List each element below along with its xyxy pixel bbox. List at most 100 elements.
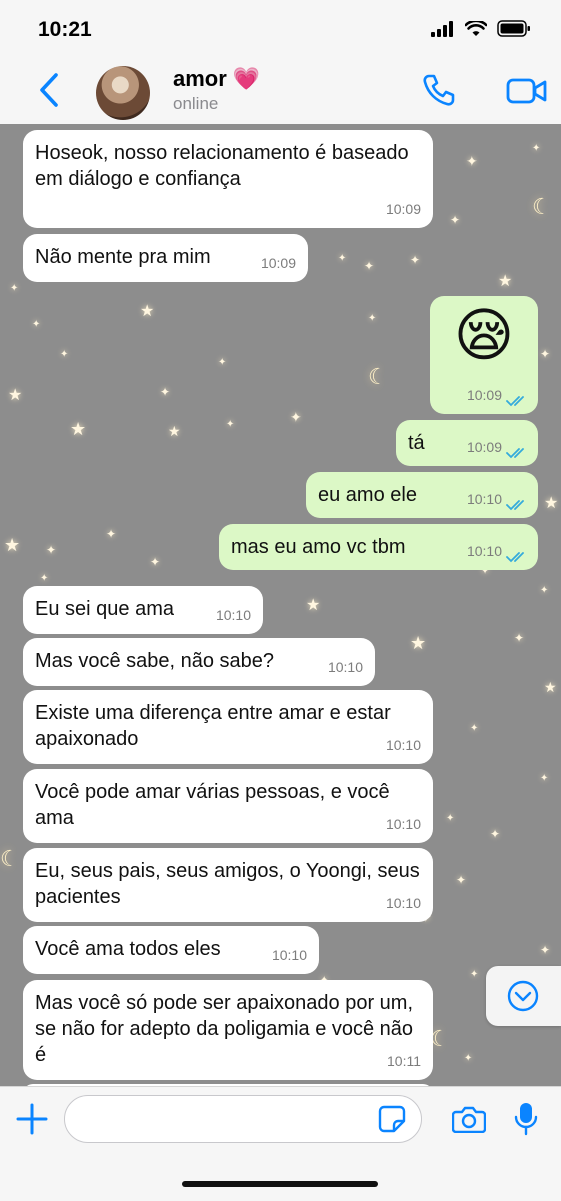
message-text: Existe uma diferença entre amar e estar … — [35, 702, 391, 750]
message-time: 10:10 — [385, 737, 421, 753]
message-time: 10:10 — [385, 816, 421, 832]
message-text: Eu, seus pais, seus amigos, o Yoongi, se… — [35, 860, 420, 908]
message-incoming[interactable]: Existe uma diferença entre amar e estar … — [23, 690, 433, 764]
star-decoration: ★ — [544, 679, 557, 695]
star-decoration: ★ — [498, 273, 513, 290]
star-decoration: ✦ — [32, 319, 41, 330]
message-outgoing[interactable]: tá 10:09 — [396, 420, 538, 466]
star-decoration: ✦ — [540, 585, 549, 596]
star-decoration: ✦ — [490, 827, 501, 841]
star-decoration: ✦ — [368, 313, 377, 324]
message-time: 10:11 — [387, 1053, 421, 1069]
star-decoration: ★ — [4, 535, 21, 555]
moon-decoration: ☾ — [532, 194, 552, 219]
star-decoration: ★ — [306, 597, 321, 614]
message-incoming[interactable]: Hoseok, nosso relacionamento é baseado e… — [23, 130, 433, 228]
message-time: 10:09 — [385, 201, 421, 217]
input-bar — [0, 1086, 561, 1201]
message-text: Você pode amar várias pessoas, e você am… — [35, 781, 390, 829]
message-text: tá — [408, 432, 425, 454]
message-text: Eu sei que ama — [35, 598, 174, 620]
star-decoration: ★ — [8, 387, 23, 404]
message-incoming[interactable]: Você ama todos eles 10:10 — [23, 926, 319, 974]
star-decoration: ✦ — [450, 213, 461, 227]
microphone-icon[interactable] — [514, 1101, 538, 1137]
message-text: Mas você sabe, não sabe? — [35, 650, 275, 672]
star-decoration: ★ — [168, 423, 181, 439]
read-ticks-icon — [506, 448, 524, 459]
message-incoming[interactable]: Eu, seus pais, seus amigos, o Yoongi, se… — [23, 848, 433, 922]
star-decoration: ✦ — [540, 773, 549, 784]
message-outgoing[interactable]: eu amo ele 10:10 — [306, 472, 538, 518]
status-time: 10:21 — [38, 18, 92, 41]
star-decoration: ✦ — [338, 253, 347, 264]
message-text: eu amo ele — [318, 484, 417, 506]
chevron-down-circle-icon — [507, 980, 539, 1012]
star-decoration: ✦ — [10, 283, 19, 294]
moon-decoration: ☾ — [0, 846, 20, 871]
message-text: Não mente pra mim — [35, 246, 211, 268]
message-time: 10:10 — [271, 947, 307, 963]
message-time: 10:10 — [466, 543, 502, 559]
star-decoration: ✦ — [456, 873, 467, 887]
star-decoration: ✦ — [160, 385, 171, 399]
star-decoration: ★ — [410, 633, 427, 653]
signal-icon — [431, 20, 453, 37]
message-incoming[interactable]: Eu sei que ama 10:10 — [23, 586, 263, 634]
star-decoration: ★ — [70, 419, 87, 439]
camera-icon[interactable] — [452, 1105, 486, 1133]
star-decoration: ✦ — [226, 419, 235, 430]
plus-icon[interactable] — [16, 1103, 48, 1135]
message-incoming[interactable]: Você pode amar várias pessoas, e você am… — [23, 769, 433, 843]
wifi-icon — [465, 20, 487, 36]
message-time: 10:10 — [385, 895, 421, 911]
star-decoration: ✦ — [290, 409, 302, 425]
chat-header: amor 💗 online — [0, 58, 561, 125]
message-time: 10:09 — [260, 255, 296, 271]
message-incoming[interactable]: Mas você só pode ser apaixonado por um, … — [23, 980, 433, 1080]
star-decoration: ✦ — [410, 253, 421, 267]
scroll-to-bottom-button[interactable] — [486, 966, 561, 1026]
message-time: 10:10 — [466, 491, 502, 507]
status-bar: 10:21 — [0, 0, 561, 58]
message-time: 10:10 — [327, 659, 363, 675]
message-time: 10:09 — [466, 387, 502, 403]
read-ticks-icon — [506, 500, 524, 511]
message-text: mas eu amo vc tbm — [231, 536, 406, 558]
read-ticks-icon — [506, 552, 524, 563]
read-ticks-icon — [506, 396, 524, 407]
star-decoration: ✦ — [464, 1053, 473, 1064]
message-outgoing[interactable]: 😪 10:09 — [430, 296, 538, 414]
message-time: 10:09 — [466, 439, 502, 455]
contact-status: online — [173, 94, 219, 113]
video-camera-icon[interactable] — [506, 76, 548, 106]
avatar[interactable] — [96, 66, 150, 120]
star-decoration: ✦ — [466, 153, 478, 169]
phone-icon[interactable] — [420, 72, 456, 108]
message-outgoing[interactable]: mas eu amo vc tbm 10:10 — [219, 524, 538, 570]
moon-decoration: ☾ — [368, 364, 388, 389]
status-icons — [431, 20, 531, 37]
star-decoration: ✦ — [446, 813, 455, 824]
star-decoration: ✦ — [514, 631, 525, 645]
message-incoming[interactable]: Mas você sabe, não sabe? 10:10 — [23, 638, 375, 686]
star-decoration: ✦ — [40, 573, 49, 584]
back-chevron-icon[interactable] — [34, 72, 64, 108]
star-decoration: ✦ — [540, 347, 551, 361]
star-decoration: ★ — [140, 303, 155, 320]
message-incoming[interactable]: Não mente pra mim 10:09 — [23, 234, 308, 282]
star-decoration: ✦ — [60, 349, 69, 360]
star-decoration: ✦ — [532, 143, 541, 154]
sticker-icon[interactable] — [378, 1105, 406, 1133]
message-text: Você ama todos eles — [35, 938, 221, 960]
message-text: Mas você só pode ser apaixonado por um, … — [35, 992, 414, 1066]
star-decoration: ✦ — [470, 723, 479, 734]
message-input[interactable] — [64, 1095, 422, 1143]
star-decoration: ✦ — [150, 555, 161, 569]
message-text: Hoseok, nosso relacionamento é baseado e… — [35, 142, 409, 190]
chat-area[interactable]: ✦ ✦ ☾ ✦ ✦ ✦ ✦ ★ ✦ ★ ✦ ✦ ✦ ✦ ✦ ☾ ★ ✦ ★ ✦ … — [0, 124, 561, 1086]
star-decoration: ✦ — [540, 943, 551, 957]
star-decoration: ★ — [544, 495, 559, 512]
contact-name[interactable]: amor 💗 — [173, 66, 260, 92]
star-decoration: ✦ — [218, 357, 227, 368]
